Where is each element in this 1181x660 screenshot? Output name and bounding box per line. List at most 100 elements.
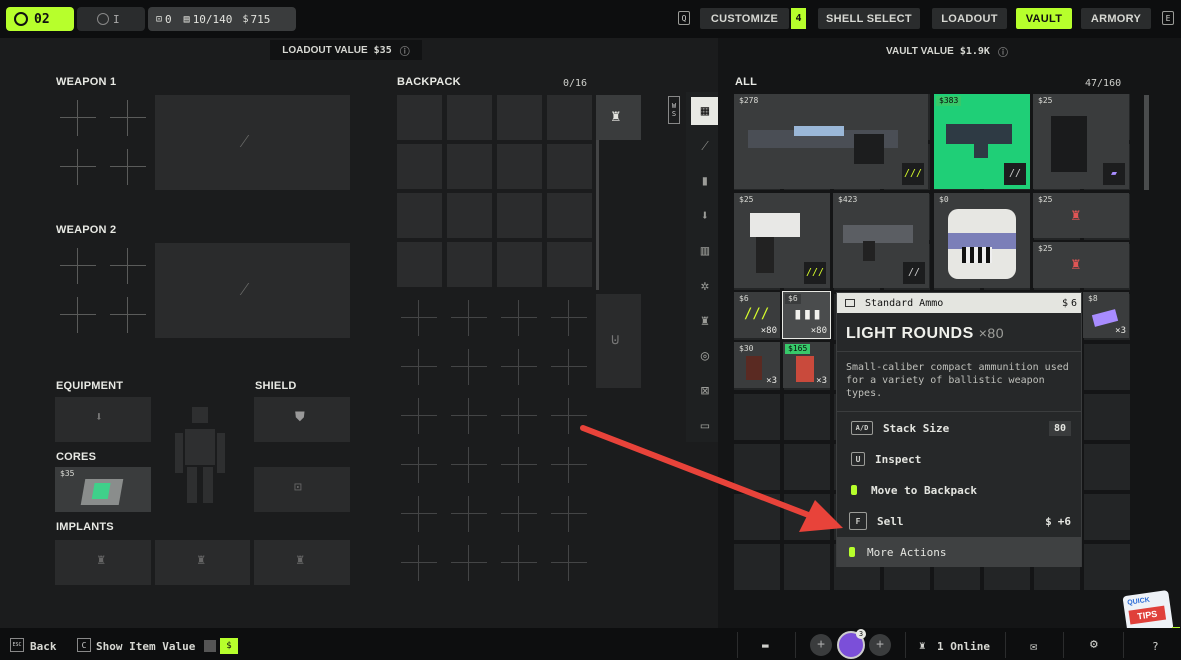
- backpack-slot[interactable]: [547, 242, 592, 287]
- backpack-scroll-track[interactable]: [596, 140, 599, 290]
- mail-icon[interactable]: ✉: [1030, 639, 1037, 653]
- filter-all-icon[interactable]: ▦: [691, 97, 719, 125]
- vault-item-consumable[interactable]: $30 ×3: [734, 342, 780, 388]
- back-button[interactable]: Back: [30, 640, 57, 653]
- vault-item-smg[interactable]: $423 //: [833, 193, 929, 288]
- vault-item-sidearm[interactable]: $25 ///: [734, 193, 830, 288]
- bar-divider: [1063, 632, 1064, 658]
- equipment-slot[interactable]: ⬇: [55, 397, 151, 442]
- vault-item-pistol[interactable]: $383 //: [934, 94, 1030, 189]
- show-item-value-button[interactable]: Show Item Value: [96, 640, 195, 653]
- cores-label: CORES: [56, 451, 97, 463]
- chat-icon[interactable]: ▬: [762, 639, 769, 652]
- backpack-slot[interactable]: [447, 242, 492, 287]
- vault-item-medkit[interactable]: $165 ×3: [783, 342, 830, 388]
- backpack-slot[interactable]: [497, 242, 542, 287]
- filter-shields-icon[interactable]: ◎: [691, 342, 719, 370]
- shield-slot[interactable]: ⛊: [254, 397, 350, 442]
- vault-empty-slot[interactable]: [734, 544, 780, 590]
- locked-backpack-slot: [397, 296, 441, 340]
- filter-salvage-icon[interactable]: ⊠: [691, 377, 719, 405]
- backpack-slot[interactable]: [397, 242, 442, 287]
- equipment-label: EQUIPMENT: [56, 380, 124, 392]
- bar-divider: [737, 632, 738, 658]
- core-slot[interactable]: $35: [55, 467, 151, 512]
- implant-slot[interactable]: ♜: [55, 540, 151, 585]
- tab-loadout[interactable]: LOADOUT: [932, 8, 1007, 29]
- info-icon[interactable]: ⓘ: [400, 43, 410, 58]
- backpack-slot[interactable]: [447, 95, 492, 140]
- backpack-slot[interactable]: [497, 95, 542, 140]
- add-party-member-button[interactable]: +: [869, 634, 891, 656]
- stack-size-action[interactable]: A/D Stack Size 80: [837, 413, 1081, 443]
- help-icon[interactable]: ?: [1152, 640, 1159, 653]
- vault-item-mod[interactable]: $8 ×3: [1083, 292, 1129, 338]
- backpack-slot[interactable]: [497, 193, 542, 238]
- backpack-slot[interactable]: [547, 95, 592, 140]
- backpack-slot[interactable]: [397, 144, 442, 189]
- locked-backpack-slot: [497, 492, 541, 536]
- filter-ammo-icon[interactable]: ▮: [691, 167, 719, 195]
- online-count[interactable]: 1 Online: [937, 640, 990, 653]
- implant-slot[interactable]: ♜: [155, 540, 250, 585]
- backpack-slot[interactable]: [447, 144, 492, 189]
- inspect-action[interactable]: U Inspect: [837, 444, 1081, 474]
- stack-size-value: 80: [1048, 420, 1071, 436]
- backpack-type-slot[interactable]: ♜: [596, 95, 641, 140]
- filter-equipment-icon[interactable]: ⬇: [691, 202, 719, 230]
- vault-item-light-rounds[interactable]: $6 ▮▮▮ ×80: [782, 291, 831, 339]
- vault-empty-slot[interactable]: [784, 544, 830, 590]
- vault-item-implant[interactable]: $25 ♜: [1033, 193, 1129, 238]
- vault-item-implant[interactable]: $25 ♜: [1033, 242, 1129, 288]
- tab-customize[interactable]: CUSTOMIZE: [700, 8, 789, 29]
- value-toggle[interactable]: $: [220, 638, 238, 654]
- implant-slot[interactable]: ♜: [254, 540, 350, 585]
- weapon1-mod-slot[interactable]: [110, 100, 146, 136]
- implant-icon: ♜: [1071, 205, 1081, 224]
- weapon2-mod-slot[interactable]: [110, 248, 146, 284]
- tab-vault[interactable]: VAULT: [1016, 8, 1072, 29]
- tab-armory[interactable]: ARMORY: [1081, 8, 1151, 29]
- vault-empty-slot[interactable]: [1084, 444, 1130, 490]
- settings-icon[interactable]: ⚙: [1090, 637, 1098, 652]
- backpack-slot[interactable]: [447, 193, 492, 238]
- backpack-slot[interactable]: [397, 193, 442, 238]
- filter-cores-icon[interactable]: ✲: [691, 272, 719, 300]
- vault-item-rifle[interactable]: $278 ///: [734, 94, 928, 189]
- backup-shield-slot[interactable]: ⊡: [254, 467, 350, 512]
- filter-mods-icon[interactable]: ▥: [691, 237, 719, 265]
- vault-empty-slot[interactable]: [1084, 394, 1130, 440]
- backpack-slot[interactable]: [397, 95, 442, 140]
- weapon2-mod-slot[interactable]: [60, 297, 96, 333]
- ammo-icon: ▮▮▮: [793, 304, 822, 323]
- filter-implants-icon[interactable]: ♜: [691, 307, 719, 335]
- vault-empty-slot[interactable]: [1084, 494, 1130, 540]
- add-party-member-button[interactable]: +: [810, 634, 832, 656]
- locked-backpack-slot: [447, 492, 491, 536]
- sell-action[interactable]: F Sell $ +6: [837, 506, 1081, 536]
- vault-item-container[interactable]: $0: [934, 193, 1030, 288]
- vault-scrollbar[interactable]: [1144, 95, 1149, 190]
- weapon2-mod-slot[interactable]: [110, 297, 146, 333]
- vault-empty-slot[interactable]: [1084, 544, 1130, 590]
- vault-empty-slot[interactable]: [1084, 344, 1130, 390]
- weapon1-mod-slot[interactable]: [110, 149, 146, 185]
- currency-icon: $: [1061, 297, 1068, 309]
- weapon1-slot[interactable]: ⁄: [155, 95, 350, 190]
- backpack-slot[interactable]: [547, 193, 592, 238]
- backpack-secondary-slot[interactable]: ⊍: [596, 294, 641, 388]
- more-actions-button[interactable]: More Actions: [837, 537, 1081, 567]
- move-to-backpack-action[interactable]: Move to Backpack: [837, 475, 1081, 505]
- vault-item-heavy-weapon[interactable]: $25 ▰: [1033, 94, 1129, 189]
- vault-item-ammo[interactable]: $6 /// ×80: [734, 292, 780, 338]
- backpack-slot[interactable]: [547, 144, 592, 189]
- backpack-slot[interactable]: [497, 144, 542, 189]
- weapon2-slot[interactable]: ⁄: [155, 243, 350, 338]
- weapon2-mod-slot[interactable]: [60, 248, 96, 284]
- weapon1-mod-slot[interactable]: [60, 100, 96, 136]
- info-icon[interactable]: ⓘ: [998, 44, 1008, 59]
- filter-weapons-icon[interactable]: ⁄: [691, 132, 719, 160]
- bar-divider: [1005, 632, 1006, 658]
- weapon1-mod-slot[interactable]: [60, 149, 96, 185]
- tab-shell-select[interactable]: SHELL SELECT: [818, 8, 920, 29]
